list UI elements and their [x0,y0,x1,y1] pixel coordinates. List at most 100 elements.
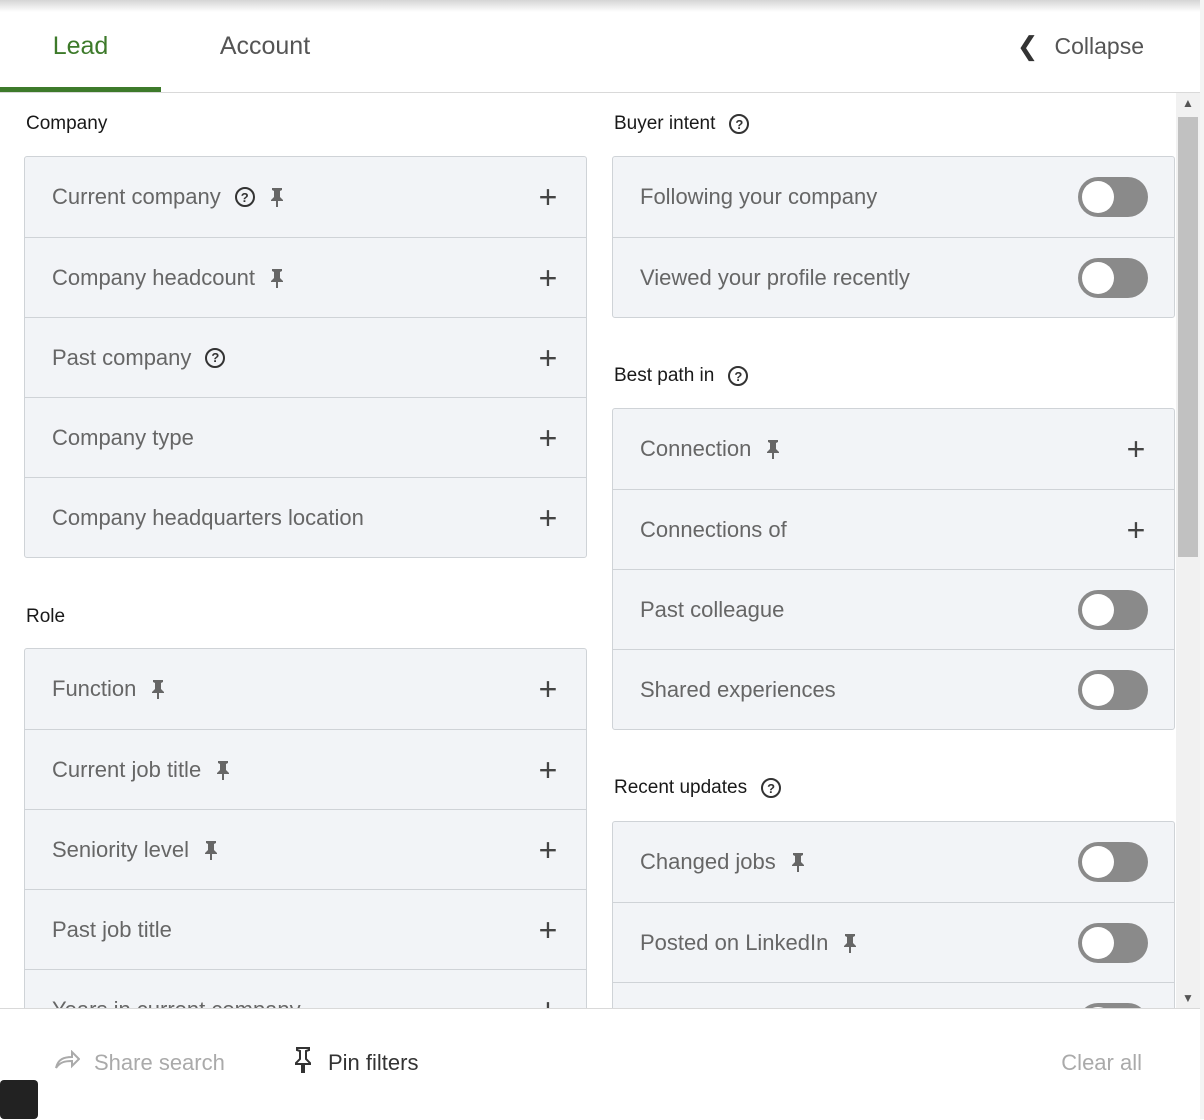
filter-past-colleague[interactable]: Past colleague [613,569,1174,649]
pin-icon[interactable] [790,852,808,872]
filter-label: Shared experiences [640,676,836,702]
filter-label: Past colleague [640,596,785,622]
filter-label: Current job title [52,756,202,782]
pin-icon [292,1046,314,1080]
section-title-company: Company [26,113,107,135]
help-icon[interactable]: ? [205,347,226,368]
section-title-best-path-in: Best path in ? [614,365,749,387]
filter-label: Years in current company [52,997,301,1009]
plus-icon[interactable]: + [536,342,560,374]
scroll-down-arrow-icon[interactable]: ▼ [1176,988,1200,1008]
filter-years-in-current-company[interactable]: Years in current company + [25,969,586,1008]
filter-company-headcount[interactable]: Company headcount + [25,237,586,317]
scrollbar-thumb[interactable] [1178,117,1198,557]
filter-current-company[interactable]: Current company ? + [25,157,586,237]
toggle-switch[interactable] [1078,177,1148,217]
recent-updates-group: Changed jobs Posted on LinkedIn [612,821,1175,1008]
filter-past-job-title[interactable]: Past job title + [25,889,586,969]
company-filter-group: Current company ? + Company headcount + … [24,156,587,558]
chevron-left-icon: ❮ [1016,30,1039,61]
vertical-scrollbar[interactable]: ▲ ▼ [1176,93,1200,1008]
recent-updates-title-text: Recent updates [614,777,748,798]
filter-label: Connections of [640,516,787,542]
pin-icon[interactable] [203,840,221,860]
collapse-button[interactable]: ❮ Collapse [1017,26,1144,66]
plus-icon[interactable]: + [536,262,560,294]
filter-shared-experiences[interactable]: Shared experiences [613,649,1174,729]
share-search-button[interactable]: Share search [54,1045,225,1081]
buyer-intent-group: Following your company Viewed your profi… [612,156,1175,318]
window-right-edge [1200,0,1204,1119]
filter-partial-row[interactable] [613,982,1174,1008]
pin-icon[interactable] [269,268,287,288]
scroll-up-arrow-icon[interactable]: ▲ [1176,93,1200,113]
section-title-role: Role [26,606,65,628]
help-icon[interactable]: ? [234,187,255,207]
filter-label: Viewed your profile recently [640,264,910,290]
best-path-group: Connection + Connections of + Past colle… [612,408,1175,730]
filter-label: Past job title [52,916,172,942]
filter-label: Past company [52,344,192,370]
filter-label: Current company [52,184,221,209]
pin-icon[interactable] [765,439,783,459]
share-search-label: Share search [94,1050,225,1075]
corner-extension-badge[interactable] [0,1080,38,1119]
plus-icon[interactable]: + [536,502,560,534]
pin-icon[interactable] [215,760,233,780]
clear-all-button[interactable]: Clear all [1061,1045,1142,1081]
help-icon[interactable]: ? [729,114,750,134]
toggle-switch[interactable] [1078,922,1148,963]
filter-label: Connection [640,436,752,461]
section-title-buyer-intent: Buyer intent ? [614,113,750,135]
help-icon[interactable]: ? [761,778,782,798]
filter-seniority-level[interactable]: Seniority level + [25,809,586,889]
plus-icon[interactable]: + [536,422,560,454]
filter-company-type[interactable]: Company type + [25,397,586,477]
filter-label: Changed jobs [640,849,776,874]
toggle-switch[interactable] [1078,257,1148,298]
filter-changed-jobs[interactable]: Changed jobs [613,822,1174,902]
filter-label: Seniority level [52,836,189,862]
pin-icon[interactable] [842,933,860,953]
help-icon[interactable]: ? [728,366,749,386]
filter-label: Company type [52,424,194,450]
toggle-switch[interactable] [1078,589,1148,630]
tab-account[interactable]: Account [180,0,350,92]
filter-company-hq-location[interactable]: Company headquarters location + [25,477,586,557]
company-title-text: Company [26,113,108,134]
filter-past-company[interactable]: Past company ? + [25,317,586,397]
pin-icon[interactable] [150,679,168,699]
pin-filters-button[interactable]: Pin filters [292,1045,418,1081]
filter-label: Company headquarters location [52,504,364,530]
share-arrow-icon [54,1049,81,1076]
plus-icon[interactable]: + [536,673,560,705]
filter-viewed-your-profile[interactable]: Viewed your profile recently [613,237,1174,317]
filter-connection[interactable]: Connection + [613,409,1174,489]
plus-icon[interactable]: + [536,914,560,946]
plus-icon[interactable]: + [536,994,560,1009]
plus-icon[interactable]: + [536,181,560,213]
filter-connections-of[interactable]: Connections of + [613,489,1174,569]
toggle-switch[interactable] [1078,669,1148,710]
pin-filters-label: Pin filters [328,1050,419,1075]
filter-label: Company headcount [52,264,256,290]
filters-scroll-area[interactable]: Company Current company ? + Company head… [0,93,1176,1008]
section-title-recent-updates: Recent updates ? [614,777,782,799]
plus-icon[interactable]: + [536,754,560,786]
filter-function[interactable]: Function + [25,649,586,729]
pin-icon[interactable] [269,187,287,207]
filter-tabs: Lead Account ❮ Collapse [0,0,1200,93]
filter-posted-on-linkedin[interactable]: Posted on LinkedIn [613,902,1174,982]
toggle-switch[interactable] [1078,842,1148,882]
plus-icon[interactable]: + [536,834,560,866]
role-title-text: Role [26,606,66,627]
filter-label: Posted on LinkedIn [640,929,829,955]
filter-current-job-title[interactable]: Current job title + [25,729,586,809]
plus-icon[interactable]: + [1124,433,1148,465]
plus-icon[interactable]: + [1124,514,1148,546]
filter-following-your-company[interactable]: Following your company [613,157,1174,237]
tab-lead[interactable]: Lead [0,0,161,92]
filter-label: Following your company [640,184,878,209]
role-filter-group: Function + Current job title + Seniority… [24,648,587,1008]
collapse-label: Collapse [1054,32,1145,59]
